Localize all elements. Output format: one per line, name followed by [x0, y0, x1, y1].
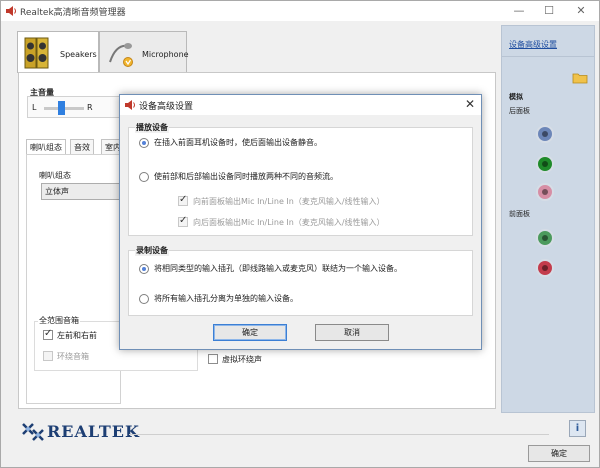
back-panel-label: 后面板: [509, 107, 530, 115]
mute-rear-label: 在插入前面耳机设备时，使后面输出设备静音。: [154, 138, 322, 147]
advanced-settings-link[interactable]: 设备高级设置: [509, 39, 557, 50]
back-jack-blue[interactable]: [536, 125, 554, 143]
advanced-settings-dialog: 设备高级设置 ✕ 在插入前面耳机设备时，使后面输出设备静音。 使前部和后部输出设…: [119, 94, 482, 350]
volume-group: L R: [27, 96, 122, 118]
maximize-button[interactable]: ☐: [534, 1, 564, 21]
microphone-label: Microphone: [142, 50, 189, 59]
tab-sound-effects[interactable]: 音效: [70, 139, 94, 155]
dual-stream-label: 使前部和后部输出设备同时播放两种不同的音频流。: [154, 172, 338, 181]
dialog-cancel-button[interactable]: 取消: [315, 324, 389, 341]
jack-panel: 设备高级设置 模拟 后面板 前面板: [501, 25, 595, 413]
speaker-config-select[interactable]: 立体声: [41, 183, 121, 200]
main-ok-button[interactable]: 确定: [528, 445, 590, 462]
analog-label: 模拟: [509, 93, 523, 101]
virtual-surround-checkbox[interactable]: [208, 354, 218, 364]
front-jack-red[interactable]: [536, 259, 554, 277]
back-jack-pink[interactable]: [536, 183, 554, 201]
speaker-icon: [124, 99, 136, 114]
panel-divider: [502, 56, 594, 57]
mute-rear-radio[interactable]: [139, 138, 149, 148]
brand-name: REALTEK: [47, 422, 140, 441]
speaker-config-label: 喇叭组态: [39, 171, 71, 180]
surround-speakers-checkbox[interactable]: [43, 351, 53, 361]
join-inputs-label: 将相同类型的输入插孔（即线路输入或麦克风）联结为一个输入设备。: [154, 264, 402, 273]
minimize-button[interactable]: —: [504, 1, 534, 21]
surround-speakers-label: 环绕音箱: [57, 352, 89, 361]
speaker-icon: [5, 5, 17, 17]
microphone-icon: [106, 38, 136, 71]
window-title: Realtek高清晰音频管理器: [20, 8, 126, 18]
info-icon[interactable]: i: [569, 420, 586, 437]
rear-mic-output-label: 向后面板输出Mic In/Line In（麦克风输入/线性输入）: [193, 218, 385, 227]
front-mic-output-label: 向前面板输出Mic In/Line In（麦克风输入/线性输入）: [193, 197, 385, 206]
dialog-title-bar: 设备高级设置 ✕: [120, 95, 481, 115]
front-mic-output-checkbox[interactable]: [178, 194, 188, 206]
tab-speaker-config[interactable]: 喇叭组态: [26, 139, 66, 155]
speakers-label: Speakers: [60, 50, 97, 59]
volume-left-label: L: [32, 103, 37, 112]
playback-group: 在插入前面耳机设备时，使后面输出设备静音。 使前部和后部输出设备同时播放两种不同…: [128, 127, 473, 236]
title-bar: Realtek高清晰音频管理器 — ☐ ✕: [1, 1, 599, 21]
tab-speakers[interactable]: Speakers: [17, 31, 99, 73]
speakers-icon: [24, 36, 50, 73]
front-jack-green[interactable]: [536, 229, 554, 247]
virtual-surround-label: 虚拟环绕声: [222, 355, 262, 364]
full-range-label: 全范围音箱: [38, 315, 80, 326]
volume-slider-thumb[interactable]: [58, 101, 65, 115]
dialog-title: 设备高级设置: [139, 102, 194, 112]
volume-right-label: R: [87, 103, 93, 112]
recording-group: 将相同类型的输入插孔（即线路输入或麦克风）联结为一个输入设备。 将所有输入插孔分…: [128, 250, 473, 316]
realtek-logo-icon: [21, 422, 45, 442]
folder-icon[interactable]: [572, 72, 588, 87]
back-jack-green[interactable]: [536, 155, 554, 173]
front-left-right-checkbox[interactable]: [43, 328, 53, 340]
rear-mic-output-checkbox[interactable]: [178, 215, 188, 227]
join-inputs-radio[interactable]: [139, 264, 149, 274]
separate-inputs-radio[interactable]: [139, 294, 149, 304]
playback-group-title: 播放设备: [135, 122, 169, 133]
front-left-right-label: 左前和右前: [57, 331, 97, 340]
recording-group-title: 录制设备: [135, 245, 169, 256]
tab-microphone[interactable]: Microphone: [99, 31, 189, 73]
dialog-ok-button[interactable]: 确定: [213, 324, 287, 341]
dual-stream-radio[interactable]: [139, 172, 149, 182]
bottom-divider: [129, 434, 549, 435]
separate-inputs-label: 将所有输入插孔分离为单独的输入设备。: [154, 294, 298, 303]
dialog-close-icon[interactable]: ✕: [465, 97, 475, 111]
close-button[interactable]: ✕: [566, 1, 596, 21]
front-panel-label: 前面板: [509, 210, 530, 218]
